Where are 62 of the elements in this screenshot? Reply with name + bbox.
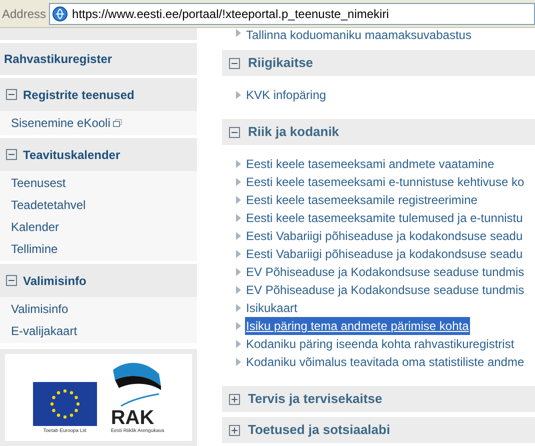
- category-header[interactable]: Riigikaitse: [222, 50, 535, 76]
- url-field[interactable]: https://www.eesti.ee/portaal/!xteeportal.p_teenuste_nimekiri: [49, 2, 535, 24]
- sidebar-link[interactable]: Valimisinfo: [11, 300, 68, 318]
- service-link[interactable]: EV Põhiseaduse ja Kodakondsuse seaduse tundmis: [245, 281, 526, 299]
- rak-logo-text: RAK: [110, 408, 154, 428]
- service-link[interactable]: Tallinna koduomaniku maamaksuvabastus: [246, 29, 472, 41]
- category-title: Riik ja kodanik: [248, 123, 340, 142]
- sidebar-group-title: Teavituskalender: [23, 146, 120, 164]
- service-link[interactable]: EV Põhiseaduse ja Kodakondsuse seaduse tundmis: [245, 263, 526, 281]
- sidebar-heading-link[interactable]: Rahvastikuregister: [0, 43, 197, 75]
- service-link[interactable]: Eesti keele tasemeeksamite tulemused ja e-tunnistu: [245, 209, 524, 227]
- plus-box-icon[interactable]: [229, 394, 240, 404]
- category-title: Riigikaitse: [248, 54, 314, 72]
- service-link[interactable]: Eesti Vabariigi põhiseaduse ja kodakondsuse seadu: [245, 227, 524, 245]
- triangle-bullet-icon: [236, 250, 241, 258]
- minus-box-icon[interactable]: [6, 275, 17, 286]
- sidebar-link[interactable]: Teadetetahvel: [11, 196, 86, 214]
- sidebar-group-title: Registrite teenused: [23, 86, 134, 104]
- sidebar-group-title: Valimisinfo: [23, 272, 86, 290]
- service-link[interactable]: Eesti keele tasemeeksami andmete vaatamine: [245, 155, 496, 173]
- category-header[interactable]: Riik ja kodanik: [222, 119, 535, 145]
- service-link[interactable]: Kodaniku võimalus teavitada oma statistiliste andme: [245, 353, 526, 371]
- minus-box-icon[interactable]: [6, 89, 17, 100]
- url-text: https://www.eesti.ee/portaal/!xteeportal.p_teenuste_nimekiri: [72, 6, 389, 22]
- service-link[interactable]: Eesti Vabariigi põhiseaduse ja kodakondsuse seadu: [245, 245, 524, 263]
- triangle-bullet-icon: [236, 304, 241, 312]
- service-link[interactable]: Isiku päring tema andmete pärimise kohta: [245, 317, 470, 335]
- triangle-bullet-icon: [236, 340, 241, 348]
- triangle-bullet-icon: [236, 268, 241, 276]
- triangle-bullet-icon: [236, 91, 241, 99]
- category-title: Toetused ja sotsiaalabi: [248, 421, 390, 440]
- triangle-bullet-icon: [236, 214, 241, 222]
- triangle-bullet-icon: [236, 232, 241, 240]
- category-header[interactable]: Tervis ja tervisekaitse: [222, 386, 535, 412]
- triangle-bullet-icon: [236, 160, 241, 168]
- sidebar-link[interactable]: Tellimine: [11, 240, 58, 258]
- sidebar-group-header[interactable]: Valimisinfo: [0, 264, 197, 297]
- sidebar-group-header[interactable]: Registrite teenused: [0, 78, 197, 111]
- triangle-bullet-icon: [236, 29, 241, 37]
- triangle-bullet-icon: [236, 358, 241, 366]
- service-link[interactable]: Eesti keele tasemeeksamile registreerimine: [245, 191, 478, 209]
- eu-flag-icon: [32, 382, 97, 426]
- service-link[interactable]: KVK infopäring: [245, 86, 328, 104]
- triangle-bullet-icon: [236, 196, 241, 204]
- service-link[interactable]: Isikukaart: [245, 299, 298, 317]
- triangle-bullet-icon: [236, 178, 241, 186]
- triangle-bullet-icon: [236, 322, 241, 330]
- sidebar-link[interactable]: E-valijakaart: [11, 322, 78, 340]
- triangle-bullet-icon: [236, 286, 241, 294]
- sidebar-group-header[interactable]: Teavituskalender: [0, 138, 197, 171]
- category-title: Tervis ja tervisekaitse: [248, 390, 382, 408]
- globe-page-icon: [52, 6, 68, 22]
- service-link[interactable]: Eesti keele tasemeeksami e-tunnistuse kehtivuse ko: [245, 173, 526, 191]
- sidebar-link[interactable]: Teenusest: [11, 174, 66, 192]
- minus-box-icon[interactable]: [229, 126, 240, 138]
- address-label: Address: [2, 6, 46, 22]
- category-header[interactable]: Toetused ja sotsiaalabi: [222, 417, 535, 443]
- plus-box-icon[interactable]: [229, 424, 240, 436]
- sidebar-link[interactable]: Kalender: [11, 218, 60, 236]
- minus-box-icon[interactable]: [229, 58, 240, 68]
- minus-box-icon[interactable]: [6, 149, 17, 160]
- service-link[interactable]: Kodaniku päring iseenda kohta rahvastikuregistrist: [245, 335, 516, 353]
